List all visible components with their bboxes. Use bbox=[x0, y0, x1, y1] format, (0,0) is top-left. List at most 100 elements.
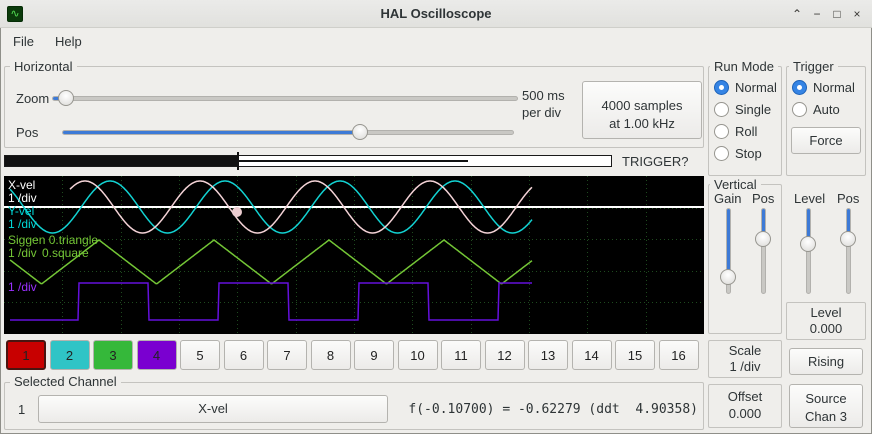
radio-unchecked-icon[interactable] bbox=[792, 102, 807, 117]
run-mode-option-label: Roll bbox=[735, 124, 757, 139]
scale-value: 1 /div bbox=[708, 359, 782, 374]
trigger-level-slider-label: Level bbox=[794, 191, 825, 206]
channel-button-4[interactable]: 4 bbox=[137, 340, 177, 370]
function-readout: f(-0.10700) = -0.62279 (ddt 4.90358) bbox=[408, 402, 698, 417]
run-mode-option-single[interactable]: Single bbox=[714, 101, 777, 117]
channel-button-6[interactable]: 6 bbox=[224, 340, 264, 370]
run-mode-option-stop[interactable]: Stop bbox=[714, 145, 777, 161]
scope-channel-label: 1 /div bbox=[8, 217, 37, 231]
channel-button-3[interactable]: 3 bbox=[93, 340, 133, 370]
trigger-source-value: Chan 3 bbox=[790, 408, 862, 426]
channel-button-14[interactable]: 14 bbox=[572, 340, 612, 370]
scale-label: Scale bbox=[708, 343, 782, 358]
trigger-position-marker[interactable] bbox=[237, 152, 239, 170]
pos-label: Pos bbox=[16, 125, 38, 140]
channel-button-11[interactable]: 11 bbox=[441, 340, 481, 370]
samples-count: 4000 samples bbox=[583, 97, 701, 115]
zoom-slider[interactable] bbox=[52, 89, 518, 107]
vertical-pos-slider[interactable] bbox=[754, 208, 772, 294]
pos-slider-knob[interactable] bbox=[352, 124, 368, 140]
scope-channel-label: 0.square bbox=[42, 246, 89, 260]
gain-slider-knob[interactable] bbox=[720, 269, 736, 285]
menu-help[interactable]: Help bbox=[52, 34, 85, 49]
titlebar[interactable]: ∿ HAL Oscilloscope ⌃ − □ × bbox=[0, 0, 872, 28]
samples-rate: at 1.00 kHz bbox=[583, 115, 701, 133]
trigger-level-value: 0.000 bbox=[786, 321, 866, 336]
radio-unchecked-icon[interactable] bbox=[714, 146, 729, 161]
scope-channel-label: Siggen 0.triangle bbox=[8, 233, 98, 247]
zoom-slider-knob[interactable] bbox=[58, 90, 74, 106]
run-mode-option-roll[interactable]: Roll bbox=[714, 123, 777, 139]
channel-button-12[interactable]: 12 bbox=[485, 340, 525, 370]
gain-slider[interactable] bbox=[719, 208, 737, 294]
trigger-level-label: Level bbox=[786, 305, 866, 320]
trigger-level-slider-knob[interactable] bbox=[800, 236, 816, 252]
vertical-pos-slider-groove bbox=[761, 208, 766, 294]
trigger-option-normal[interactable]: Normal bbox=[792, 79, 855, 95]
trigger-source-button[interactable]: Source Chan 3 bbox=[789, 384, 863, 428]
channel-button-13[interactable]: 13 bbox=[528, 340, 568, 370]
channel-button-5[interactable]: 5 bbox=[180, 340, 220, 370]
timebase-readout: 500 ms per div bbox=[522, 87, 565, 121]
trigger-question-label: TRIGGER? bbox=[622, 154, 688, 169]
samples-button[interactable]: 4000 samples at 1.00 kHz bbox=[582, 81, 702, 139]
scope-channel-label: 1 /div bbox=[8, 280, 37, 294]
offset-label: Offset bbox=[708, 389, 782, 404]
channel-button-16[interactable]: 16 bbox=[659, 340, 699, 370]
offset-value: 0.000 bbox=[708, 406, 782, 421]
pos-slider[interactable] bbox=[62, 123, 514, 141]
trigger-option-label: Auto bbox=[813, 102, 840, 117]
channel-button-1[interactable]: 1 bbox=[6, 340, 46, 370]
radio-unchecked-icon[interactable] bbox=[714, 124, 729, 139]
scope-channel-label: X-vel bbox=[8, 178, 35, 192]
run-mode-option-label: Normal bbox=[735, 80, 777, 95]
close-button[interactable]: × bbox=[848, 5, 866, 23]
trigger-point-marker bbox=[232, 207, 242, 217]
trigger-option-label: Normal bbox=[813, 80, 855, 95]
gain-slider-fill bbox=[727, 209, 730, 276]
run-mode-legend: Run Mode bbox=[710, 59, 778, 74]
vertical-pos-slider-knob[interactable] bbox=[755, 231, 771, 247]
force-button[interactable]: Force bbox=[791, 127, 861, 154]
channel-button-10[interactable]: 10 bbox=[398, 340, 438, 370]
zoom-slider-groove bbox=[52, 96, 518, 101]
run-mode-options: Normal Single Roll Stop bbox=[714, 79, 777, 161]
radio-checked-icon[interactable] bbox=[792, 80, 807, 95]
pos-slider-groove bbox=[62, 130, 514, 135]
channel-button-15[interactable]: 15 bbox=[615, 340, 655, 370]
pos-slider-fill bbox=[63, 131, 360, 134]
app-window: ∿ HAL Oscilloscope ⌃ − □ × File Help Hor… bbox=[0, 0, 872, 434]
run-mode-option-label: Stop bbox=[735, 146, 762, 161]
timeline-data-extent bbox=[238, 160, 468, 162]
run-mode-option-label: Single bbox=[735, 102, 771, 117]
trigger-pos-slider-knob[interactable] bbox=[840, 231, 856, 247]
timeline-bar[interactable] bbox=[4, 155, 612, 167]
scope-traces-svg bbox=[4, 176, 704, 334]
channel-button-9[interactable]: 9 bbox=[354, 340, 394, 370]
trigger-pos-slider-groove bbox=[846, 208, 851, 294]
trigger-level-slider[interactable] bbox=[799, 208, 817, 294]
scope-display[interactable]: X-vel1 /divY-vel1 /divSiggen 0.triangle1… bbox=[4, 176, 704, 334]
channel-button-2[interactable]: 2 bbox=[50, 340, 90, 370]
radio-unchecked-icon[interactable] bbox=[714, 102, 729, 117]
radio-checked-icon[interactable] bbox=[714, 80, 729, 95]
menu-file[interactable]: File bbox=[10, 34, 37, 49]
scope-channel-label: 1 /div bbox=[8, 246, 37, 260]
minimize-button[interactable]: − bbox=[808, 5, 826, 23]
scope-channel-label: Y-vel bbox=[8, 204, 34, 218]
channel-button-8[interactable]: 8 bbox=[311, 340, 351, 370]
timebase-unit: per div bbox=[522, 104, 565, 121]
menubar: File Help bbox=[0, 29, 872, 54]
trigger-edge-button[interactable]: Rising bbox=[789, 348, 863, 375]
run-mode-option-normal[interactable]: Normal bbox=[714, 79, 777, 95]
maximize-button[interactable]: □ bbox=[828, 5, 846, 23]
trigger-pos-slider-label: Pos bbox=[837, 191, 859, 206]
trigger-option-auto[interactable]: Auto bbox=[792, 101, 855, 117]
trigger-pos-slider[interactable] bbox=[839, 208, 857, 294]
square-trace bbox=[10, 283, 532, 320]
gain-label: Gain bbox=[714, 191, 741, 206]
channel-button-7[interactable]: 7 bbox=[267, 340, 307, 370]
channel-button-row: 12345678910111213141516 bbox=[0, 340, 704, 370]
shade-button[interactable]: ⌃ bbox=[788, 5, 806, 23]
channel-name-button[interactable]: X-vel bbox=[38, 395, 388, 423]
